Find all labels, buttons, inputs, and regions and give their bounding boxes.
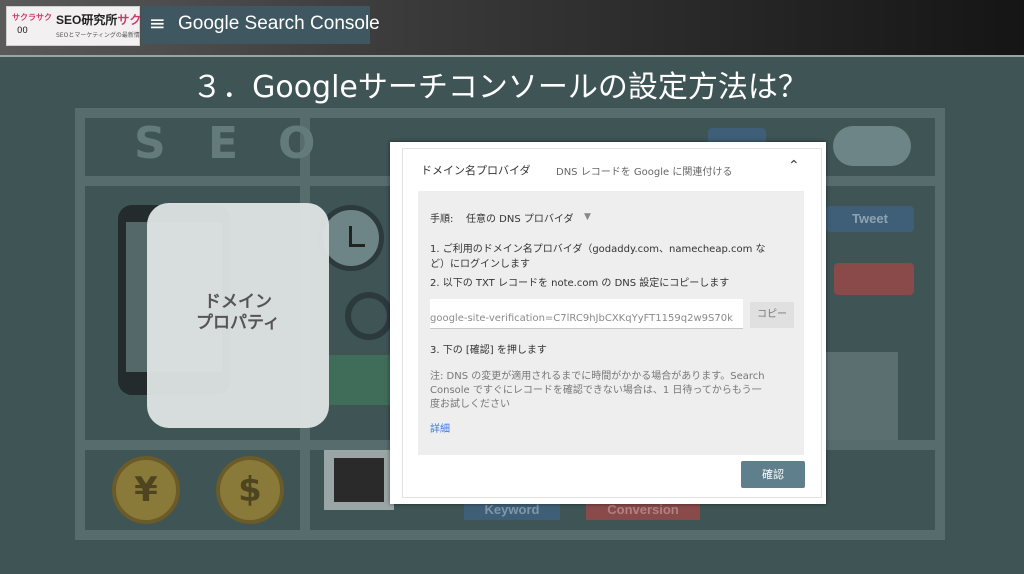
clock-hand <box>349 244 365 247</box>
confirm-button[interactable]: 確認 <box>741 461 805 488</box>
logo-main-text: SEO研究所サク <box>56 11 141 28</box>
seo-letter-o: O <box>278 118 316 169</box>
instruction-3: 3. 下の [確認] を押します <box>430 345 547 356</box>
yen-coin-icon: ¥ <box>112 456 180 524</box>
seo-letter-s: S <box>134 118 166 169</box>
dialog-header-label: ドメイン名プロバイダ <box>421 164 531 177</box>
chevron-up-icon[interactable]: ⌃ <box>788 158 800 174</box>
details-link[interactable]: 詳細 <box>430 423 450 437</box>
note-line2: Console ですぐにレコードを確認できない場合は、1 日待ってからもう一 <box>430 385 762 396</box>
page-title: ３．Googleサーチコンソールの設定方法は？ <box>192 70 808 105</box>
clock-hand <box>349 226 352 246</box>
provider-dropdown[interactable]: 任意の DNS プロバイダ <box>466 213 574 227</box>
document-icon <box>822 352 898 440</box>
copy-button[interactable]: コピー <box>750 302 794 328</box>
domain-property-label: ドメイン プロパティ <box>147 292 329 334</box>
logo-subtitle: SEOとマーケティングの最新情報 <box>56 32 146 39</box>
header-divider <box>0 55 1024 57</box>
domain-property-line2: プロパティ <box>196 313 280 333</box>
qr-code-pattern <box>334 458 384 502</box>
cloud-icon <box>833 126 911 166</box>
instruction-2: 2. 以下の TXT レコードを note.com の DNS 設定にコピーしま… <box>430 278 730 289</box>
txt-record-value[interactable]: google-site-verification=C7lRC9hJbCXKqYy… <box>430 313 743 324</box>
instruction-1-line1: 1. ご利用のドメイン名プロバイダ（godaddy.com、namecheap.… <box>430 244 766 255</box>
seo-letter-e: E <box>208 118 239 169</box>
hamburger-menu-icon[interactable]: ≡ <box>149 12 166 34</box>
app-title: Google Search Console <box>178 13 380 34</box>
logo-main-prefix: SEO研究所 <box>56 13 118 27</box>
magnifier-icon <box>345 292 393 340</box>
logo-circles: OO <box>17 26 28 36</box>
dollar-coin-icon: $ <box>216 456 284 524</box>
chat-bubble-icon <box>834 263 914 295</box>
logo-mini-text: サクラサク <box>12 13 52 22</box>
note-line3: 度お試しください <box>430 399 510 410</box>
dialog-header-description: DNS レコードを Google に関連付ける <box>556 167 733 178</box>
step-label: 手順: <box>430 214 454 225</box>
logo-main-accent: サク <box>117 13 142 27</box>
note-line1: 注: DNS の変更が適用されるまでに時間がかかる場合があります。Search <box>430 371 765 382</box>
dropdown-caret-icon[interactable]: ▼ <box>584 212 591 222</box>
tweet-bubble: Tweet <box>826 206 914 232</box>
domain-property-line1: ドメイン <box>204 292 272 312</box>
instruction-1-line2: ど）にログインします <box>430 259 530 270</box>
